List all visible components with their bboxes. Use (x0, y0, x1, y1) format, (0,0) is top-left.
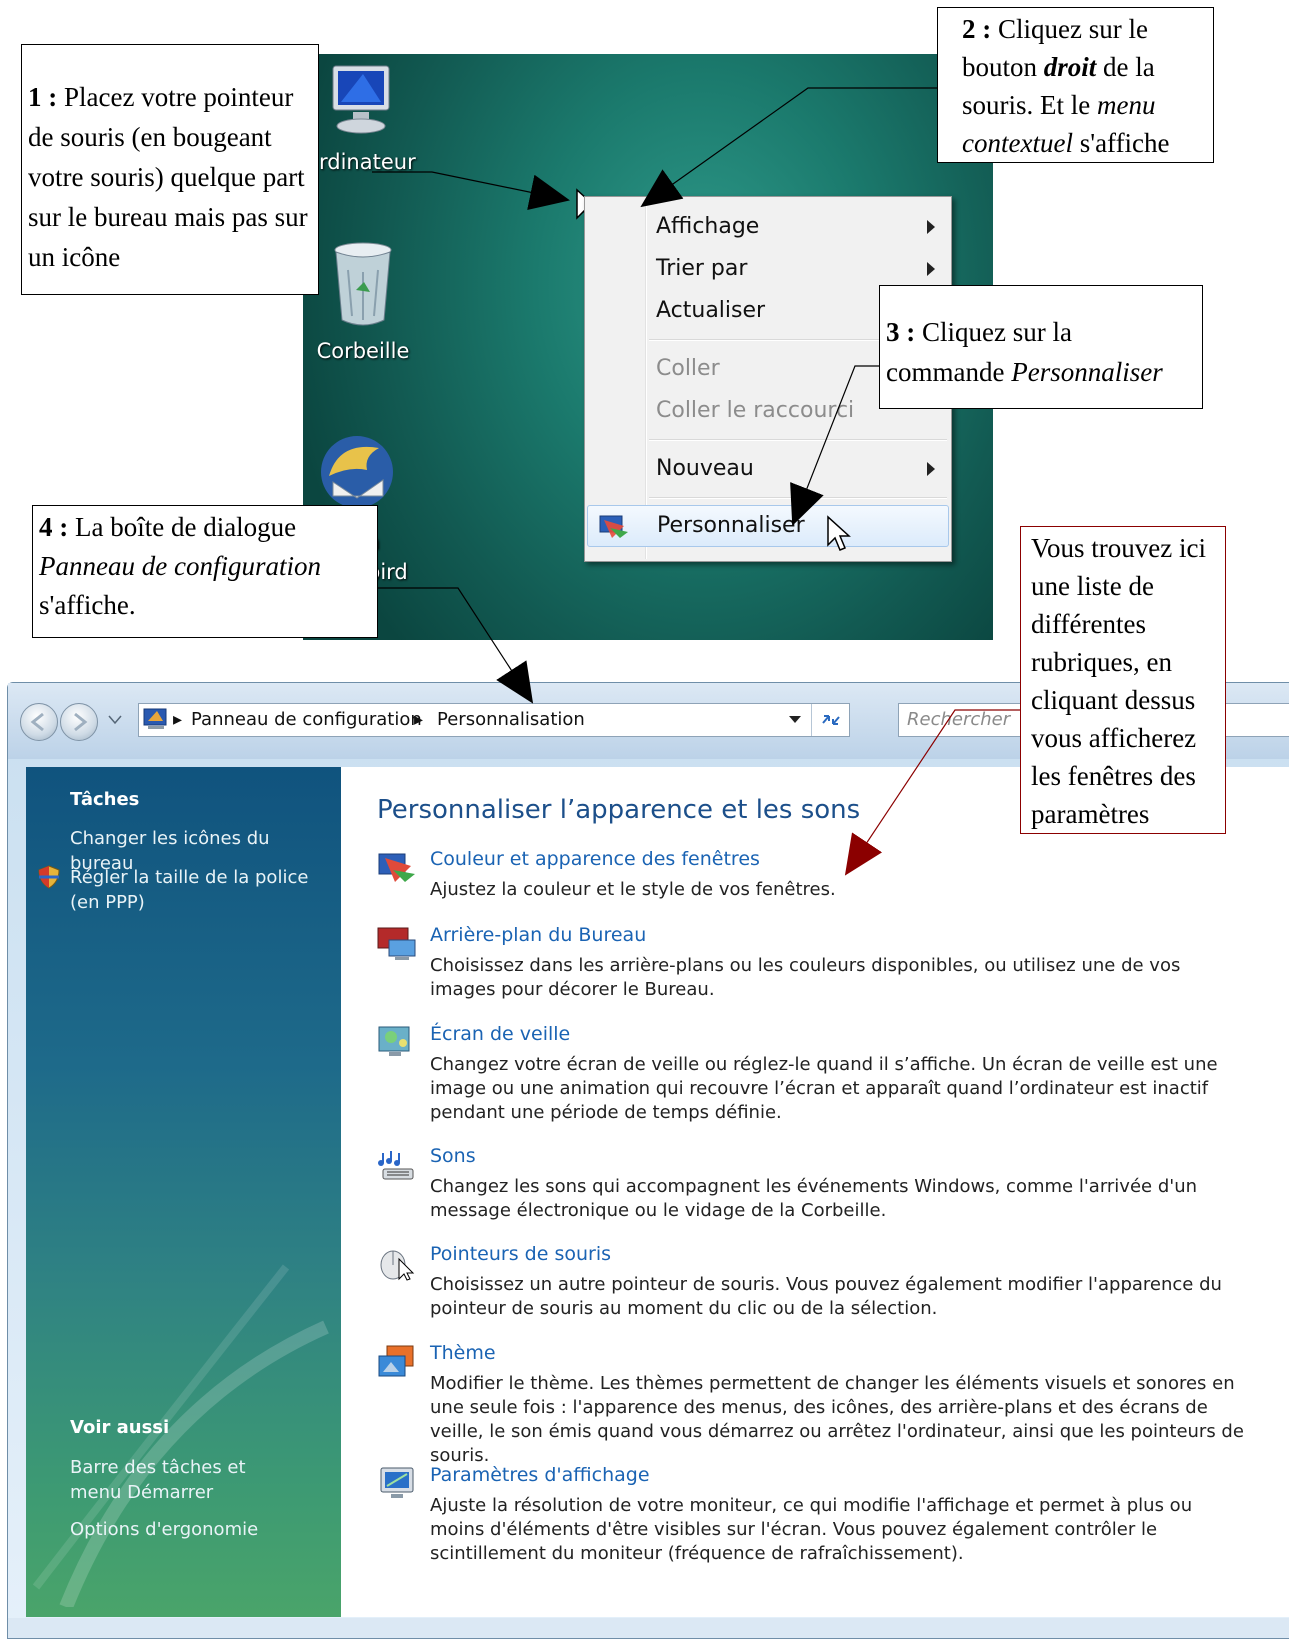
submenu-arrow-icon (927, 462, 935, 476)
callout-emphasis: droit (1043, 52, 1097, 82)
item-description: Ajuste la résolution de votre moniteur, … (430, 1495, 1193, 1564)
item-link-mouse-pointers[interactable]: Pointeurs de souris (430, 1243, 611, 1265)
menu-item-label: Coller (656, 356, 720, 381)
history-dropdown-icon[interactable] (108, 715, 122, 725)
computer-icon (332, 65, 390, 134)
control-panel-icon (143, 708, 167, 729)
menu-item-label: Personnaliser (657, 513, 805, 538)
menu-item-affichage[interactable]: Affichage (587, 207, 949, 247)
submenu-arrow-icon (927, 220, 935, 234)
task-pane: Tâches Changer les icônes du bureau Régl… (26, 767, 341, 1617)
menu-item-label: Actualiser (656, 298, 766, 323)
see-also-link-ease-of-access[interactable]: Options d'ergonomie (70, 1517, 320, 1542)
callout-step-2: 2 : Cliquez sur le bouton droit de la so… (937, 7, 1214, 163)
callout-text: Vous trouvez ici une liste de différente… (1031, 533, 1206, 829)
forward-arrow-icon (74, 712, 88, 732)
menu-item-label: Trier par (656, 256, 748, 281)
callout-text: s'affiche (1079, 128, 1170, 158)
menu-item-label: Affichage (656, 214, 760, 239)
callout-italic: Panneau de configuration (39, 551, 321, 581)
screensaver-icon (378, 1026, 410, 1056)
callout-number: 1 : (28, 82, 58, 112)
see-also-heading: Voir aussi (70, 1417, 170, 1438)
callout-text: La boîte de dialogue (75, 512, 297, 542)
callout-number: 2 : (962, 14, 992, 44)
menu-item-trier-par[interactable]: Trier par (587, 249, 949, 289)
sounds-icon (378, 1151, 414, 1180)
callout-italic: Personnaliser (1011, 357, 1163, 387)
desktop-icon-recycle-bin[interactable]: Corbeille (303, 240, 423, 363)
status-bar (8, 1618, 1289, 1638)
recycle-bin-icon (334, 242, 392, 326)
see-also-link-taskbar[interactable]: Barre des tâches et menu Démarrer (70, 1455, 300, 1505)
thunderbird-icon (321, 436, 393, 508)
callout-step-3: 3 : Cliquez sur la commande Personnalise… (879, 285, 1203, 409)
personalize-icon (599, 515, 628, 538)
search-placeholder: Rechercher (907, 709, 1011, 730)
item-description: Changez votre écran de veille ou réglez-… (430, 1054, 1218, 1123)
item-link-display-settings[interactable]: Paramètres d'affichage (430, 1464, 650, 1486)
decorative-swirl (32, 1264, 329, 1607)
callout-text: s'affiche. (39, 590, 136, 620)
breadcrumb[interactable]: ▸ Panneau de configuration ▸ Personnalis… (138, 703, 850, 737)
menu-item-label: Coller le raccourci (656, 398, 855, 423)
menu-separator (649, 497, 947, 499)
breadcrumb-separator-icon: ▸ (414, 709, 424, 730)
mouse-pointers-icon (380, 1250, 415, 1281)
breadcrumb-item-personalization[interactable]: Personnalisation (437, 709, 585, 730)
refresh-icon (822, 715, 840, 725)
desktop-icon-computer[interactable]: rdinateur (303, 62, 421, 174)
item-link-sounds[interactable]: Sons (430, 1145, 476, 1167)
menu-item-nouveau[interactable]: Nouveau (587, 449, 949, 489)
main-content: Personnaliser l’apparence et les sons Co… (341, 767, 1289, 1617)
item-link-desktop-background[interactable]: Arrière-plan du Bureau (430, 924, 646, 946)
mouse-pointer-icon (827, 515, 851, 551)
item-link-theme[interactable]: Thème (430, 1342, 496, 1364)
menu-separator (649, 439, 947, 441)
forward-button[interactable] (60, 703, 98, 741)
address-dropdown-icon[interactable] (789, 716, 801, 724)
task-link-font-size[interactable]: Régler la taille de la police (en PPP) (70, 865, 320, 915)
menu-item-label: Nouveau (656, 456, 754, 481)
callout-number: 4 : (39, 512, 69, 542)
item-link-screensaver[interactable]: Écran de veille (430, 1023, 570, 1045)
item-description: Modifier le thème. Les thèmes permettent… (430, 1373, 1244, 1466)
theme-icon (378, 1345, 414, 1377)
back-arrow-icon (30, 712, 44, 732)
submenu-arrow-icon (927, 262, 935, 276)
shield-icon (38, 865, 60, 889)
item-description: Choisissez dans les arrière-plans ou les… (430, 955, 1181, 1000)
item-description: Changez les sons qui accompagnent les év… (430, 1176, 1198, 1221)
breadcrumb-separator-icon: ▸ (173, 709, 183, 730)
window-color-icon (378, 853, 415, 882)
callout-number: 3 : (886, 317, 916, 347)
desktop-icon-label: rdinateur (319, 150, 416, 174)
callout-text: Placez votre pointeur de souris (en boug… (28, 82, 308, 272)
refresh-button[interactable] (811, 704, 848, 736)
breadcrumb-item-control-panel[interactable]: Panneau de configuration (191, 709, 422, 730)
item-link-window-color[interactable]: Couleur et apparence des fenêtres (430, 848, 760, 870)
callout-step-1: 1 : Placez votre pointeur de souris (en … (21, 44, 319, 295)
desktop-icon-label: Corbeille (316, 339, 410, 363)
callout-categories: Vous trouvez ici une liste de différente… (1020, 526, 1226, 834)
item-description: Ajustez la couleur et le style de vos fe… (430, 879, 836, 900)
callout-step-4: 4 : La boîte de dialogue Panneau de conf… (32, 505, 378, 638)
display-settings-icon (380, 1467, 414, 1498)
item-description: Choisissez un autre pointeur de souris. … (430, 1274, 1222, 1319)
back-button[interactable] (20, 703, 58, 741)
tasks-heading: Tâches (70, 789, 140, 810)
page-title: Personnaliser l’apparence et les sons (377, 795, 861, 825)
menu-item-personnaliser[interactable]: Personnaliser (587, 505, 949, 547)
desktop-background-icon (377, 927, 416, 960)
